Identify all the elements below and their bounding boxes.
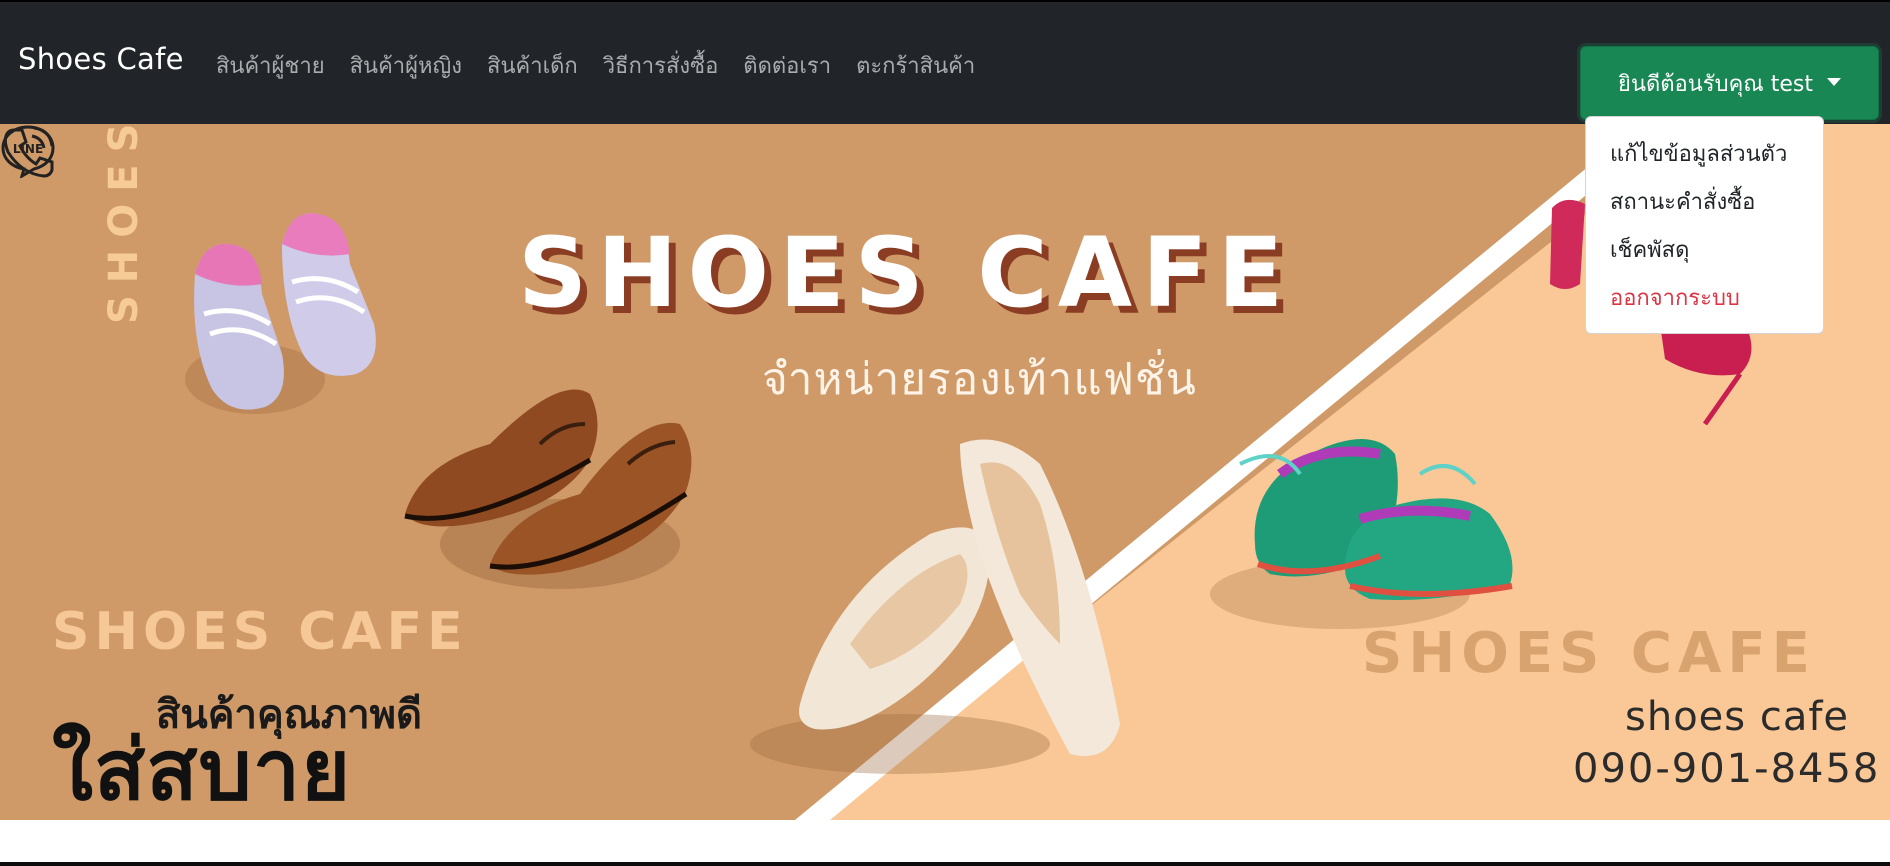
nav-link-how-to-order[interactable]: วิธีการสั่งซื้อ [603,48,719,83]
nav-link-women[interactable]: สินค้าผู้หญิง [350,48,462,83]
brogue-shoes-image [404,389,692,589]
banner-right-brand: SHOES CAFE [1362,621,1816,686]
user-menu-button[interactable]: ยินดีต้อนรับคุณ test [1580,46,1879,120]
user-dropdown-menu: แก้ไขข้อมูลส่วนตัว สถานะคำสั่งซื้อ เช็คพ… [1585,116,1824,334]
user-menu-label: ยินดีต้อนรับคุณ test [1618,71,1813,97]
brand-link[interactable]: Shoes Cafe [18,42,184,76]
cream-flats-image [750,439,1120,774]
nav-link-men[interactable]: สินค้าผู้ชาย [216,48,325,83]
banner-side-text: SHOES CAFE [101,124,147,324]
banner-left-brand: SHOES CAFE [52,602,468,662]
menu-item-logout[interactable]: ออกจากระบบ [1586,275,1823,323]
phone-icon [3,126,54,178]
navbar: Shoes Cafe สินค้าผู้ชาย สินค้าผู้หญิง สิ… [0,2,1890,124]
baby-shoes-image [185,213,376,414]
nav-link-cart[interactable]: ตะกร้าสินค้า [856,48,975,83]
menu-item-order-status[interactable]: สถานะคำสั่งซื้อ [1586,179,1823,227]
menu-item-edit-profile[interactable]: แก้ไขข้อมูลส่วนตัว [1586,131,1823,179]
menu-item-track-parcel[interactable]: เช็คพัสดุ [1586,227,1823,275]
banner-promo-comfort: ใส่สบาย [52,721,352,819]
nav-link-kids[interactable]: สินค้าเด็ก [487,48,578,83]
page: Shoes Cafe สินค้าผู้ชาย สินค้าผู้หญิง สิ… [0,0,1890,866]
content-area [0,820,1890,866]
banner-subtitle: จำหน่ายรองเท้าแฟชั่น [762,354,1197,405]
caret-down-icon [1826,78,1841,86]
line-account-name: shoes cafe [1625,694,1850,740]
banner-title: SHOES CAFE [518,217,1294,329]
nav-link-contact[interactable]: ติดต่อเรา [743,48,831,83]
nav-links: สินค้าผู้ชาย สินค้าผู้หญิง สินค้าเด็ก วิ… [216,48,975,83]
bottom-border [0,862,1890,866]
phone-number: 090-901-8458 [1573,746,1881,792]
